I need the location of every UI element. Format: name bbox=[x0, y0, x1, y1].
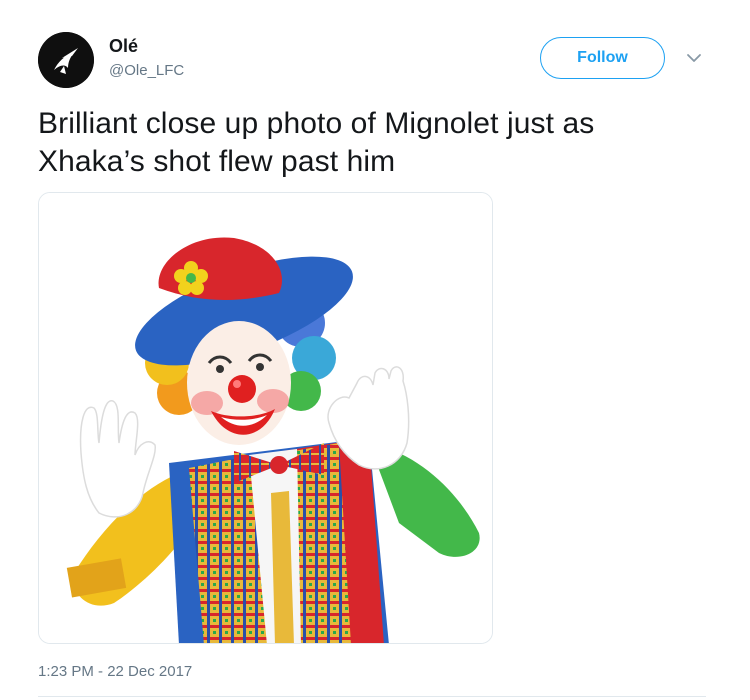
ole-logo-icon bbox=[38, 32, 94, 88]
tweet-media[interactable] bbox=[38, 192, 493, 644]
follow-button[interactable]: Follow bbox=[540, 37, 665, 79]
divider bbox=[38, 696, 706, 697]
author-display-name[interactable]: Olé bbox=[109, 36, 138, 57]
tweet-text: Brilliant close up photo of Mignolet jus… bbox=[38, 105, 698, 181]
avatar[interactable] bbox=[38, 32, 94, 88]
tweet-timestamp[interactable]: 1:23 PM - 22 Dec 2017 bbox=[38, 663, 192, 680]
tweet-text-line: Xhaka’s shot flew past him bbox=[38, 145, 396, 178]
tweet-text-line: Brilliant close up photo of Mignolet jus… bbox=[38, 107, 595, 140]
chevron-down-icon[interactable] bbox=[684, 50, 704, 66]
tweet-card: Olé @Ole_LFC Follow Brilliant close up p… bbox=[0, 0, 750, 700]
author-handle[interactable]: @Ole_LFC bbox=[109, 62, 184, 79]
clown-photo bbox=[39, 193, 492, 643]
